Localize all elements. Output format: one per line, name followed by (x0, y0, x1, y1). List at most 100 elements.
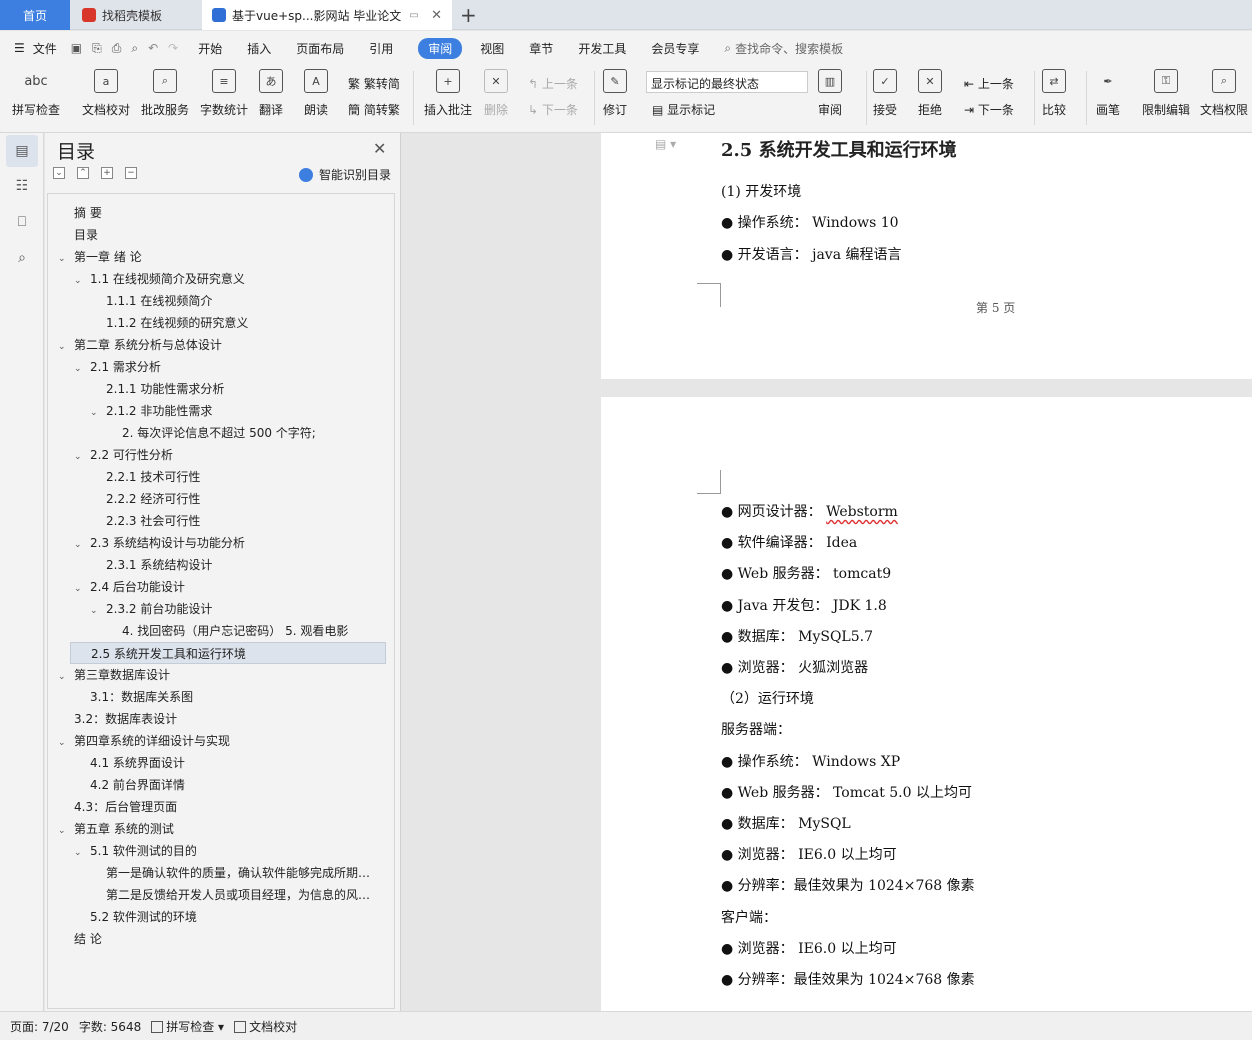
document-icon[interactable]: ▤ ▾ (655, 137, 676, 151)
chevron-down-icon[interactable]: ⌄ (74, 842, 90, 862)
toc-item[interactable]: 1.1.1 在线视频简介 (106, 290, 388, 312)
toc-item[interactable]: ⌄ 2.1.2 非功能性需求 (90, 400, 388, 422)
toc-item[interactable]: ⌄ 1.1 在线视频简介及研究意义 (74, 268, 388, 290)
search-icon[interactable]: ⌕ (11, 247, 33, 269)
toc-item[interactable]: 2.5 系统开发工具和运行环境 (70, 642, 386, 664)
menu-view[interactable]: 视图 (480, 40, 504, 57)
tab-home[interactable]: 首页 (0, 0, 70, 30)
track-changes-button[interactable]: ✎ 修订 (603, 69, 627, 118)
save-icon[interactable]: ▣ (71, 41, 82, 55)
markup-state-select[interactable]: 显示标记的最终状态 (646, 71, 808, 93)
screen-icon[interactable]: ▭ (409, 10, 418, 21)
toc-item[interactable]: ⌄ 第一章 绪 论 (58, 246, 388, 268)
reject-button[interactable]: ✕ 拒绝 (918, 69, 942, 118)
word-count-button[interactable]: ≡ 字数统计 (200, 69, 248, 118)
toc-item[interactable]: ⌄ 5.1 软件测试的目的 (74, 840, 388, 862)
chevron-down-icon[interactable]: ⌄ (90, 600, 106, 620)
smart-toc-button[interactable]: 智能识别目录 (299, 166, 391, 183)
hamburger-icon[interactable]: ☰ (14, 41, 25, 55)
toc-item[interactable]: 目录 (74, 224, 388, 246)
word-count[interactable]: 字数: 5648 (79, 1018, 141, 1035)
accept-button[interactable]: ✓ 接受 (873, 69, 897, 118)
close-icon[interactable]: ✕ (431, 8, 442, 23)
remove-heading-icon[interactable]: − (125, 167, 137, 179)
menu-member[interactable]: 会员专享 (651, 40, 699, 57)
chevron-down-icon[interactable]: ⌄ (74, 446, 90, 466)
proof-status[interactable]: 文档校对 (234, 1018, 297, 1035)
doc-permission-button[interactable]: ⌕ 文档权限 (1200, 69, 1248, 118)
toc-item[interactable]: ⌄ 2.4 后台功能设计 (74, 576, 388, 598)
chevron-down-icon[interactable]: ⌄ (58, 336, 74, 356)
misspelled-word[interactable]: Webstorm (826, 504, 898, 520)
spell-check-button[interactable]: abc 拼写检查 (12, 69, 60, 118)
chevron-down-icon[interactable]: ⌄ (58, 666, 74, 686)
menu-layout[interactable]: 页面布局 (296, 40, 344, 57)
toc-item[interactable]: 1.1.2 在线视频的研究意义 (106, 312, 388, 334)
proof-button[interactable]: a 文档校对 (82, 69, 130, 118)
toc-item[interactable]: 第一是确认软件的质量，确认软件能够完成所期… (106, 862, 388, 884)
toc-item[interactable]: 摘 要 (74, 202, 388, 224)
print-icon[interactable]: ⎙ (112, 41, 122, 56)
toc-item[interactable]: ⌄ 第五章 系统的测试 (58, 818, 388, 840)
translate-button[interactable]: あ翻译 (259, 69, 283, 118)
read-aloud-button[interactable]: A 朗读 (304, 69, 328, 118)
menu-start[interactable]: 开始 (198, 40, 222, 57)
tab-document[interactable]: 基于vue+sp...影网站 毕业论文 ▭ ✕ (202, 0, 452, 30)
chapter-nav-icon[interactable]: ☷ (11, 175, 33, 197)
toc-item[interactable]: 4.1 系统界面设计 (90, 752, 388, 774)
delete-comment-button[interactable]: ✕ 删除 (484, 69, 508, 118)
preview-icon[interactable]: ⌕ (131, 41, 138, 56)
trad-to-simp-button[interactable]: 繁 繁转简 (348, 75, 400, 92)
toc-item[interactable]: ⌄ 第二章 系统分析与总体设计 (58, 334, 388, 356)
close-icon[interactable]: ✕ (373, 139, 386, 158)
page-indicator[interactable]: 页面: 7/20 (10, 1018, 69, 1035)
next-change-button[interactable]: ⇥ 下一条 (964, 101, 1014, 118)
chevron-down-icon[interactable]: ⌄ (58, 248, 74, 268)
toc-item[interactable]: 4.3：后台管理页面 (74, 796, 388, 818)
toc-item[interactable]: 2.1.1 功能性需求分析 (106, 378, 388, 400)
show-markup-button[interactable]: ▤ 显示标记 (652, 101, 715, 118)
toc-item[interactable]: ⌄ 2.2 可行性分析 (74, 444, 388, 466)
spell-check-status[interactable]: 拼写检查 ▾ (151, 1018, 224, 1035)
toc-item[interactable]: 4.2 前台界面详情 (90, 774, 388, 796)
command-search[interactable]: 查找命令、搜索模板 (735, 40, 843, 57)
chevron-down-icon[interactable]: ⌄ (74, 578, 90, 598)
new-tab-icon[interactable]: + (460, 3, 477, 27)
toc-pane-icon[interactable]: ▤ (6, 135, 38, 167)
toc-item[interactable]: ⌄ 2.3 系统结构设计与功能分析 (74, 532, 388, 554)
menu-reference[interactable]: 引用 (369, 40, 393, 57)
add-heading-icon[interactable]: + (101, 167, 113, 179)
next-comment-button[interactable]: ↳ 下一条 (528, 101, 578, 118)
menu-devtools[interactable]: 开发工具 (578, 40, 626, 57)
toc-item[interactable]: 2.3.1 系统结构设计 (106, 554, 388, 576)
toc-item[interactable]: 2.2.3 社会可行性 (106, 510, 388, 532)
toc-item[interactable]: 2.2.1 技术可行性 (106, 466, 388, 488)
menu-chapter[interactable]: 章节 (529, 40, 553, 57)
prev-change-button[interactable]: ⇤ 上一条 (964, 75, 1014, 92)
menu-file[interactable]: 文件 (33, 40, 57, 57)
prev-comment-button[interactable]: ↰ 上一条 (528, 75, 578, 92)
toc-item[interactable]: ⌄ 2.3.2 前台功能设计 (90, 598, 388, 620)
chevron-down-icon[interactable]: ⌄ (58, 820, 74, 840)
toc-item[interactable]: ⌄ 第四章系统的详细设计与实现 (58, 730, 388, 752)
toc-item[interactable]: ⌄ 第三章数据库设计 (58, 664, 388, 686)
toc-item[interactable]: 3.2：数据库表设计 (74, 708, 388, 730)
collapse-all-icon[interactable]: ⌃ (77, 167, 89, 179)
tab-template[interactable]: 找稻壳模板 (72, 0, 200, 30)
toc-item[interactable]: 4. 找回密码（用户忘记密码） 5. 观看电影 (122, 620, 388, 642)
expand-all-icon[interactable]: ⌄ (53, 167, 65, 179)
insert-comment-button[interactable]: + 插入批注 (424, 69, 472, 118)
chevron-down-icon[interactable]: ⌄ (90, 402, 106, 422)
chevron-down-icon[interactable]: ⌄ (74, 358, 90, 378)
toc-item[interactable]: 第二是反馈给开发人员或项目经理，为信息的风… (106, 884, 388, 906)
toc-item[interactable]: 2.2.2 经济可行性 (106, 488, 388, 510)
export-icon[interactable]: ⎘ (92, 41, 102, 56)
chevron-down-icon[interactable]: ⌄ (58, 732, 74, 752)
review-pane-button[interactable]: ▥ 审阅 (818, 69, 842, 118)
redo-icon[interactable]: ↷ (168, 41, 178, 55)
toc-item[interactable]: 2. 每次评论信息不超过 500 个字符; (122, 422, 388, 444)
undo-icon[interactable]: ↶ (148, 41, 158, 55)
toc-item[interactable]: 结 论 (74, 928, 388, 950)
pen-button[interactable]: ✒ 画笔 (1096, 69, 1120, 118)
toc-item[interactable]: ⌄ 2.1 需求分析 (74, 356, 388, 378)
